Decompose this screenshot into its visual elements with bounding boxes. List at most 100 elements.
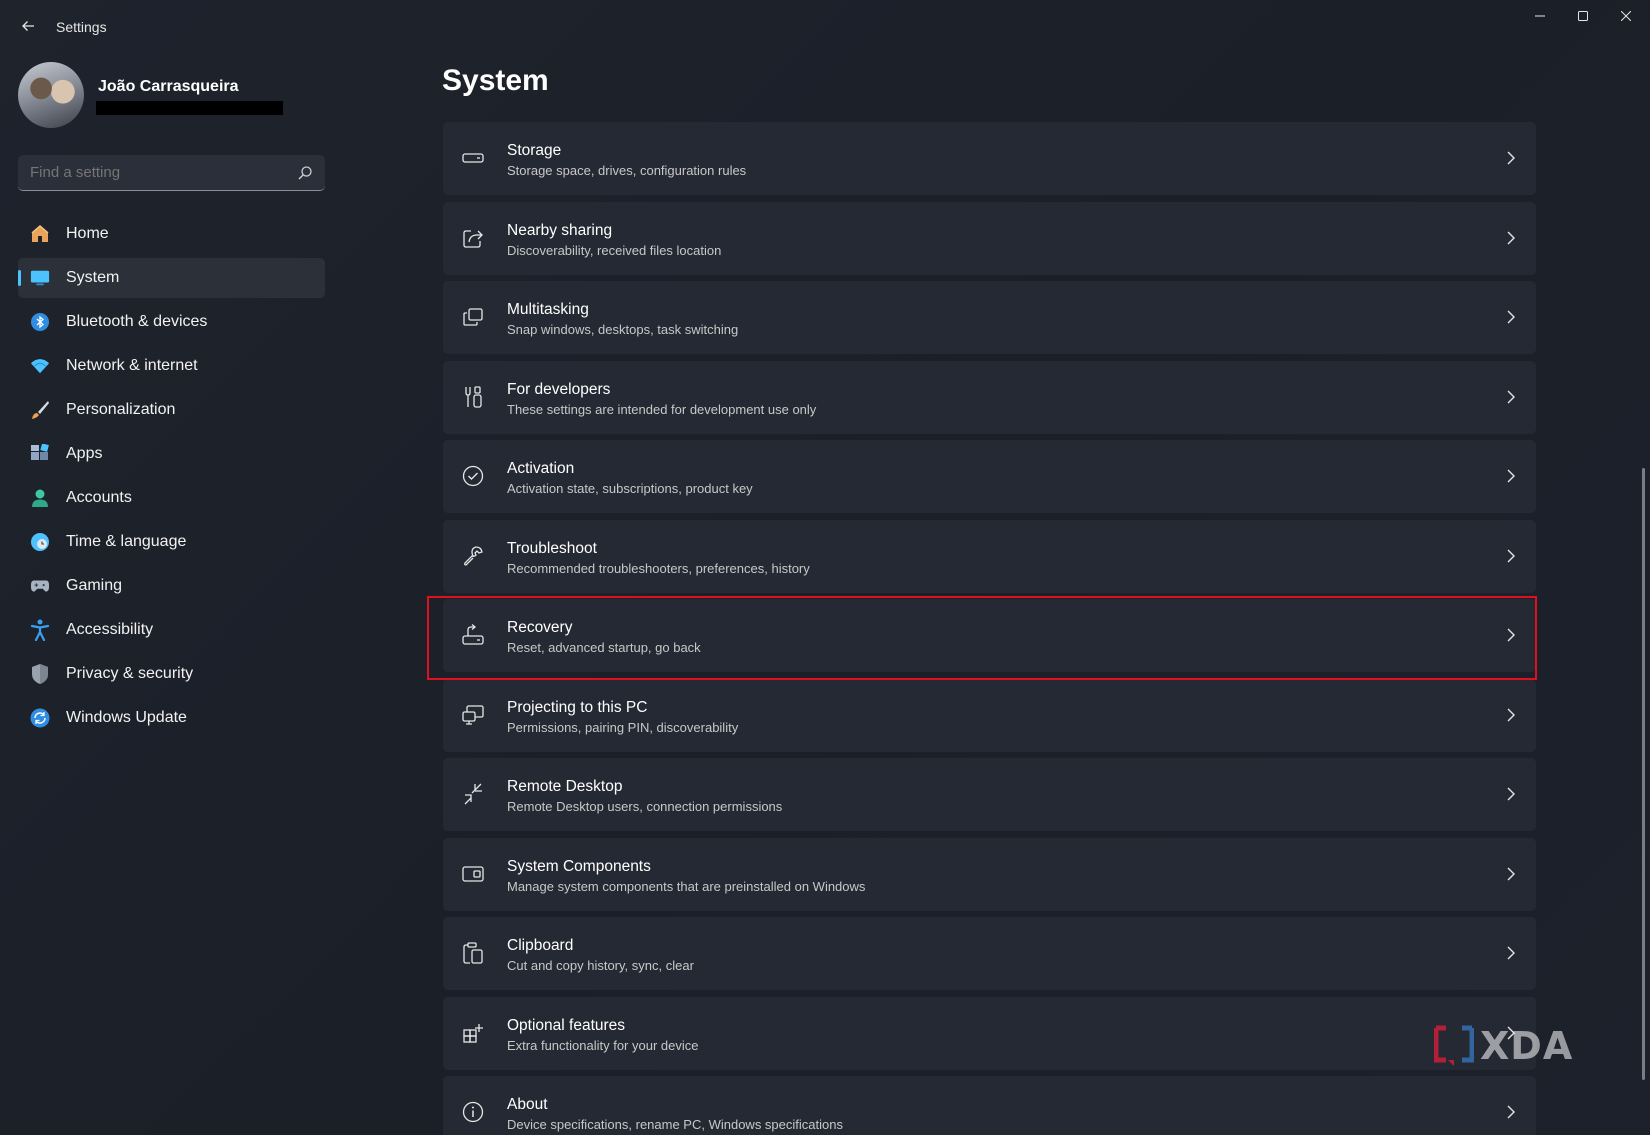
card-title: About xyxy=(507,1096,548,1113)
remote-desktop-icon xyxy=(461,782,485,806)
xda-watermark: XDA xyxy=(1434,1022,1590,1070)
card-subtitle: Activation state, subscriptions, product… xyxy=(507,481,753,496)
close-button[interactable] xyxy=(1604,4,1648,28)
title-bar: Settings xyxy=(0,0,1650,48)
sidebar-item-accessibility[interactable]: Accessibility xyxy=(18,610,325,650)
setting-card-clipboard[interactable]: Clipboard Cut and copy history, sync, cl… xyxy=(443,917,1536,990)
chevron-right-icon xyxy=(1507,708,1515,721)
system-components-icon xyxy=(461,862,485,886)
sidebar-item-label: System xyxy=(66,269,120,286)
sidebar-item-home[interactable]: Home xyxy=(18,214,325,254)
setting-card-storage[interactable]: Storage Storage space, drives, configura… xyxy=(443,122,1536,195)
xda-logo-icon xyxy=(1434,1025,1474,1066)
gamepad-icon xyxy=(30,576,50,596)
card-title: Storage xyxy=(507,142,562,159)
chevron-right-icon xyxy=(1507,151,1515,165)
setting-card-system-components[interactable]: System Components Manage system componen… xyxy=(443,837,1536,911)
storage-icon xyxy=(461,146,485,170)
sidebar-item-privacy-security[interactable]: Privacy & security xyxy=(18,654,325,694)
sidebar-item-system[interactable]: System xyxy=(18,258,325,298)
chevron-right-icon xyxy=(1507,231,1515,244)
setting-card-remote-desktop[interactable]: Remote Desktop Remote Desktop users, con… xyxy=(443,758,1536,831)
card-subtitle: Manage system components that are preins… xyxy=(507,878,866,894)
setting-card-for-developers[interactable]: For developers These settings are intend… xyxy=(443,360,1536,434)
sidebar-item-personalization[interactable]: Personalization xyxy=(18,390,325,430)
wrench-icon xyxy=(461,544,485,568)
card-subtitle: Storage space, drives, configuration rul… xyxy=(507,163,747,178)
sidebar-item-label: Gaming xyxy=(66,577,123,594)
bluetooth-icon xyxy=(30,312,50,332)
sidebar-item-windows-update[interactable]: Windows Update xyxy=(18,698,325,738)
card-title: For developers xyxy=(507,380,611,398)
sidebar-item-label: Windows Update xyxy=(66,709,187,726)
setting-card-activation[interactable]: Activation Activation state, subscriptio… xyxy=(443,440,1536,513)
card-title: Remote Desktop xyxy=(507,778,623,795)
maximize-button[interactable] xyxy=(1561,4,1605,28)
setting-card-multitasking[interactable]: Multitasking Snap windows, desktops, tas… xyxy=(443,281,1536,354)
apps-icon xyxy=(30,444,50,464)
search-icon xyxy=(298,166,312,180)
sidebar-item-accounts[interactable]: Accounts xyxy=(18,478,325,518)
sidebar-item-label: Bluetooth & devices xyxy=(66,313,208,330)
card-title: Activation xyxy=(507,460,575,477)
card-subtitle: Permissions, pairing PIN, discoverabilit… xyxy=(507,719,739,735)
projecting-icon xyxy=(461,703,485,727)
setting-card-about[interactable]: About Device specifications, rename PC, … xyxy=(443,1076,1536,1135)
maximize-icon xyxy=(1578,11,1588,21)
search-input[interactable] xyxy=(30,164,280,181)
multitasking-icon xyxy=(461,305,485,329)
sidebar-item-label: Time & language xyxy=(66,533,187,550)
recovery-highlight-box xyxy=(427,596,1537,680)
setting-card-nearby-sharing[interactable]: Nearby sharing Discoverability, received… xyxy=(443,201,1536,275)
share-icon xyxy=(461,226,485,250)
chevron-right-icon xyxy=(1507,469,1515,483)
setting-card-optional-features[interactable]: Optional features Extra functionality fo… xyxy=(443,996,1536,1070)
card-title: Nearby sharing xyxy=(507,221,613,239)
card-title: System Components xyxy=(507,857,651,875)
sidebar-item-gaming[interactable]: Gaming xyxy=(18,566,325,606)
scrollbar[interactable] xyxy=(1642,468,1645,1080)
profile-name: João Carrasqueira xyxy=(98,78,239,95)
user-profile[interactable]: João Carrasqueira xyxy=(18,62,328,132)
card-title: Projecting to this PC xyxy=(507,698,648,716)
sidebar-item-label: Home xyxy=(66,225,109,242)
page-title: System xyxy=(442,64,549,97)
accounts-icon xyxy=(30,488,50,508)
sidebar-item-label: Accessibility xyxy=(66,621,154,638)
chevron-right-icon xyxy=(1507,867,1515,880)
setting-card-projecting[interactable]: Projecting to this PC Permissions, pairi… xyxy=(443,678,1536,752)
sidebar-item-label: Apps xyxy=(66,445,103,462)
chevron-right-icon xyxy=(1507,1105,1515,1119)
card-subtitle: Cut and copy history, sync, clear xyxy=(507,958,694,973)
card-subtitle: Discoverability, received files location xyxy=(507,242,722,258)
activation-check-icon xyxy=(461,464,485,488)
card-title: Troubleshoot xyxy=(507,539,597,557)
card-subtitle: Recommended troubleshooters, preferences… xyxy=(507,560,810,576)
sidebar-item-apps[interactable]: Apps xyxy=(18,434,325,474)
back-button[interactable] xyxy=(16,14,40,38)
chevron-right-icon xyxy=(1507,549,1515,562)
clipboard-icon xyxy=(461,941,485,965)
close-icon xyxy=(1621,11,1631,21)
card-title: Optional features xyxy=(507,1016,626,1034)
card-subtitle: Device specifications, rename PC, Window… xyxy=(507,1117,843,1132)
card-subtitle: Snap windows, desktops, task switching xyxy=(507,322,739,337)
sidebar-item-label: Accounts xyxy=(66,489,132,506)
sidebar-item-bluetooth[interactable]: Bluetooth & devices xyxy=(18,302,325,342)
chevron-right-icon xyxy=(1507,390,1515,403)
minimize-button[interactable] xyxy=(1518,4,1562,28)
back-arrow-icon xyxy=(22,21,34,31)
globe-clock-icon xyxy=(30,532,50,552)
app-title: Settings xyxy=(56,19,107,35)
shield-icon xyxy=(30,664,50,684)
sidebar-item-label: Privacy & security xyxy=(66,665,194,682)
sidebar-item-network[interactable]: Network & internet xyxy=(18,346,325,386)
sidebar-nav: Home System Bluetooth & devices Network … xyxy=(18,214,325,742)
setting-card-troubleshoot[interactable]: Troubleshoot Recommended troubleshooters… xyxy=(443,519,1536,593)
update-icon xyxy=(30,708,50,728)
search-box[interactable] xyxy=(18,155,325,191)
card-title: Clipboard xyxy=(507,937,574,954)
selection-indicator xyxy=(18,270,21,286)
sidebar-item-time-language[interactable]: Time & language xyxy=(18,522,325,562)
developer-tools-icon xyxy=(461,385,485,409)
